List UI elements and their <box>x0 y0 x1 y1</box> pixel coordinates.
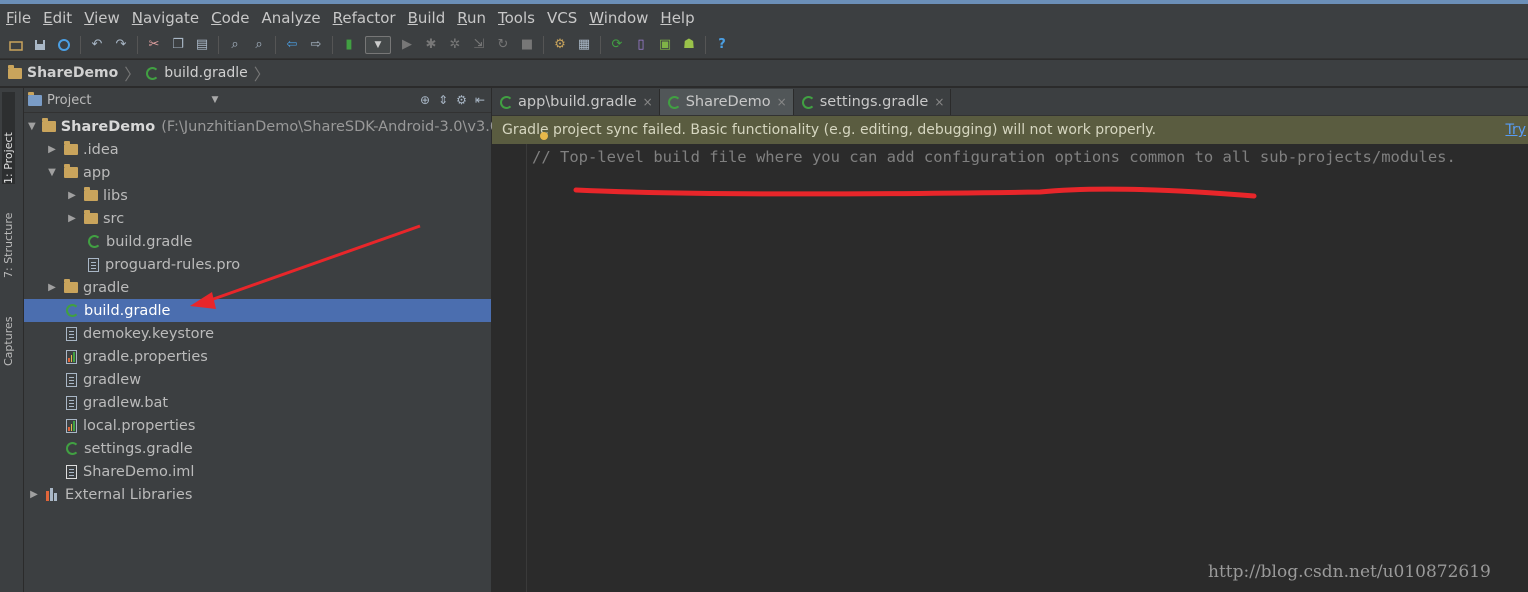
annotation-overlay <box>190 186 1257 309</box>
annotation-arrow-head <box>190 292 216 309</box>
annotation-arrow-shaft <box>204 224 421 304</box>
watermark-text: http://blog.csdn.net/u010872619 <box>1208 562 1491 582</box>
annotation-underline <box>573 186 1257 199</box>
